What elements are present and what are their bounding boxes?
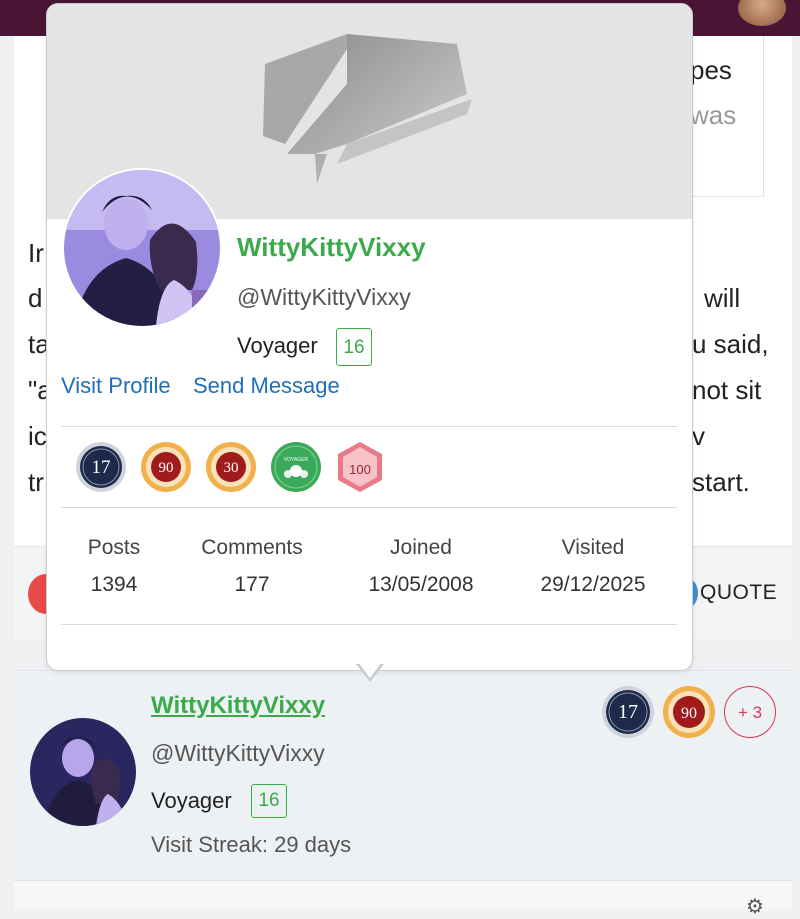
17-years-badge[interactable]: 17 (75, 441, 127, 498)
hover-card-rank: Voyager (237, 333, 318, 358)
post-text-fragment: ic (28, 421, 47, 451)
post-text-fragment: d (28, 283, 43, 313)
divider (61, 507, 677, 508)
author-avatar[interactable] (30, 718, 136, 826)
stat-value-visited: 29/12/2025 (540, 573, 646, 596)
100-badge[interactable]: 100 (336, 441, 384, 498)
badge-label: 90 (159, 460, 174, 476)
stat-value-joined: 13/05/2008 (368, 573, 474, 596)
author-rank-level: 16 (251, 784, 287, 818)
more-badges-button[interactable]: + 3 (724, 686, 776, 738)
post-text-fragment: not sit (692, 375, 762, 405)
badge-label: 90 (681, 705, 697, 722)
17-years-badge[interactable]: 17 (601, 685, 655, 744)
badge-label: 17 (92, 457, 111, 478)
hover-card-handle: @WittyKittyVixxy (237, 284, 411, 310)
author-rank: Voyager (151, 788, 232, 813)
post-text-fragment: will (704, 283, 741, 313)
post-text-fragment: v (692, 421, 705, 451)
divider (61, 426, 677, 427)
hover-card-username[interactable]: WittyKittyVixxy (237, 232, 426, 263)
90-badge[interactable]: 90 (662, 685, 716, 744)
stat-label-comments: Comments (201, 536, 303, 559)
gear-icon[interactable]: ⚙ (746, 894, 764, 919)
badge-label: 30 (224, 460, 239, 476)
next-post (14, 880, 792, 911)
post-text-fragment: start. (692, 467, 750, 497)
badge-label: VOYAGER (284, 457, 309, 463)
stat-label-posts: Posts (87, 536, 141, 559)
divider (61, 624, 677, 625)
post-text-fragment: Ir (28, 238, 44, 268)
stat-value-comments: 177 (234, 573, 270, 596)
stat-label-joined: Joined (390, 536, 452, 559)
send-message-link[interactable]: Send Message (193, 373, 340, 399)
badge-label: 17 (618, 701, 638, 723)
post-text-fragment: tr (28, 467, 44, 497)
post-text-fragment: u said, (692, 329, 769, 359)
hover-card-avatar[interactable] (62, 168, 222, 328)
author-handle: @WittyKittyVixxy (151, 740, 325, 766)
90-badge[interactable]: 90 (140, 441, 192, 498)
voyager-badge[interactable]: VOYAGER (270, 441, 322, 498)
quote-button[interactable]: QUOTE (700, 581, 777, 605)
visit-streak: Visit Streak: 29 days (151, 832, 352, 857)
badge-label: 100 (349, 462, 371, 477)
stat-value-posts: 1394 (90, 573, 138, 596)
stat-label-visited: Visited (561, 536, 625, 559)
author-username[interactable]: WittyKittyVixxy (151, 692, 325, 720)
post-text-fragment: was (690, 100, 737, 130)
30-badge[interactable]: 30 (205, 441, 257, 498)
visit-profile-link[interactable]: Visit Profile (61, 373, 171, 399)
hover-card-rank-level: 16 (336, 328, 372, 366)
post-text-fragment: pes (690, 55, 732, 85)
